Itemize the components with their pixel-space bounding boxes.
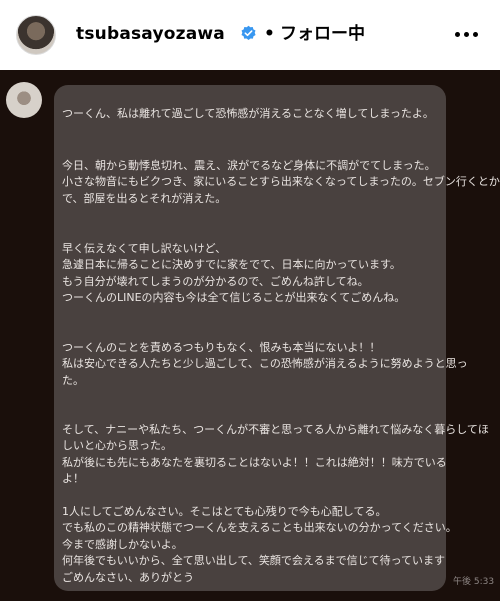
separator-dot: • <box>264 24 275 44</box>
post-header: tsubasayozawa • フォロー中 <box>0 0 500 70</box>
message-paragraph: 1人にしてごめんなさい。そこはとても心残りで今も心配してる。 でも私のこの精神状… <box>62 505 457 584</box>
message-paragraph: つーくんのことを責めるつもりもなく、恨みも本当にないよ！！ 私は安心できる人たち… <box>62 341 468 387</box>
message-paragraph: 今日、朝から動悸息切れ、震え、涙がでるなど身体に不調がでてしまった。 小さな物音… <box>62 159 500 205</box>
message-paragraph: そして、ナニーや私たち、つーくんが不審と思ってる人から離れて悩みなく暮らしてほ … <box>62 423 489 486</box>
username-link[interactable]: tsubasayozawa <box>76 22 225 46</box>
message-timestamp: 午後 5:33 <box>453 577 495 587</box>
chat-sender-avatar <box>6 82 42 118</box>
message-paragraph: つーくん、私は離れて過ごして恐怖感が消えることなく増してしまったよ。 <box>62 107 434 120</box>
message-paragraph: 早く伝えなくて申し訳ないけど、 急遽日本に帰ることに決めすでに家をでて、日本に向… <box>62 242 406 305</box>
profile-avatar[interactable] <box>16 15 56 55</box>
more-options-icon[interactable] <box>455 32 479 38</box>
verified-badge-icon <box>241 25 256 41</box>
following-button[interactable]: フォロー中 <box>280 22 365 46</box>
post-image: つーくん、私は離れて過ごして恐怖感が消えることなく増してしまったよ。 今日、朝か… <box>0 70 500 601</box>
